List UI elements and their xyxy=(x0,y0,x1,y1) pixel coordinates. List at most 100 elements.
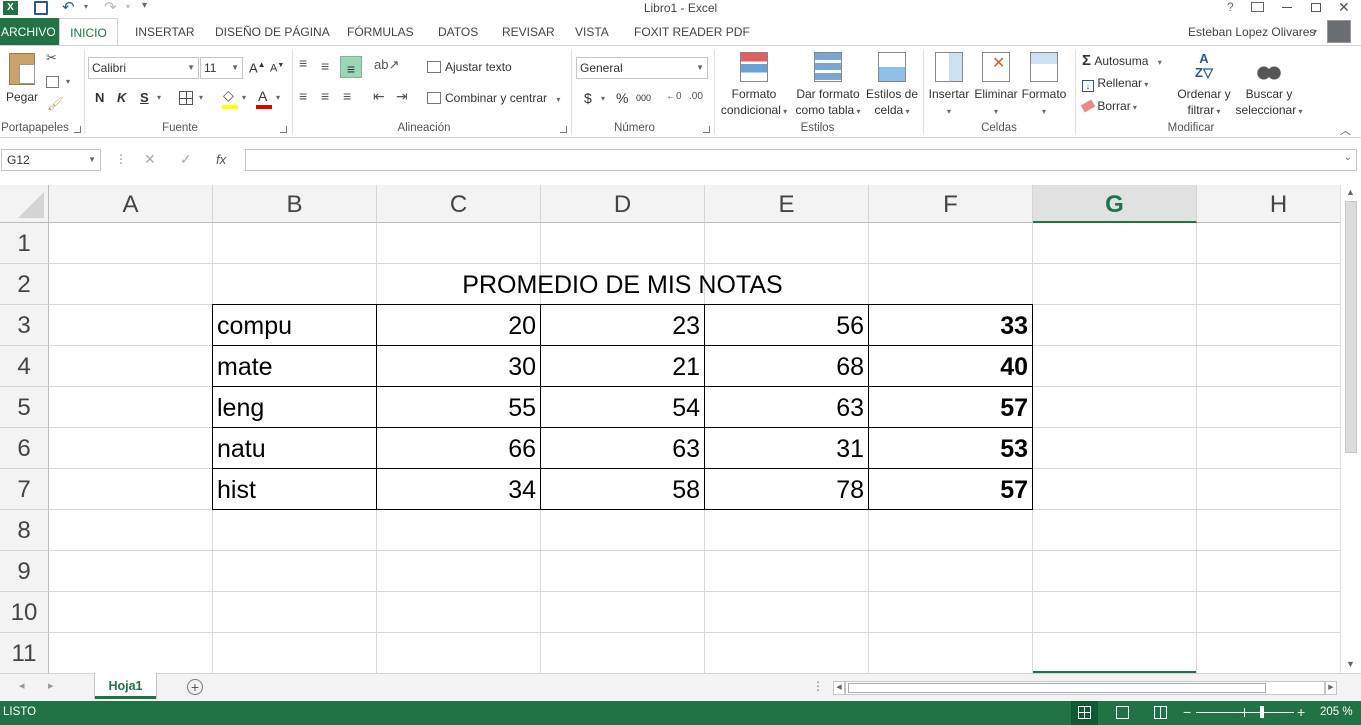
grade-cell-c[interactable]: 34 xyxy=(377,469,540,510)
user-name[interactable]: Esteban Lopez Olivares xyxy=(1182,18,1321,45)
row-header-10[interactable]: 10 xyxy=(0,592,49,633)
prev-sheet-icon[interactable]: ◂ xyxy=(19,679,25,692)
clear-button[interactable]: Borrar ▾ xyxy=(1080,99,1137,113)
tab-file[interactable]: ARCHIVO xyxy=(0,18,62,45)
alignment-launcher-icon[interactable] xyxy=(560,126,567,133)
confirm-entry-icon[interactable]: ✓ xyxy=(180,151,192,168)
tab-review[interactable]: REVISAR xyxy=(496,18,561,45)
column-header-h[interactable]: H xyxy=(1197,185,1340,223)
tab-foxit[interactable]: FOXIT READER PDF xyxy=(628,18,756,45)
grade-cell-f[interactable]: 53 xyxy=(869,428,1032,469)
vertical-scrollbar[interactable]: ▲ ▼ xyxy=(1340,185,1361,673)
grade-cell-c[interactable]: 20 xyxy=(377,305,540,346)
decrease-indent-icon[interactable]: ⇤ xyxy=(373,88,385,105)
merge-center-button[interactable]: Combinar y centrar ▾ xyxy=(427,91,560,105)
ribbon-display-icon[interactable] xyxy=(1251,2,1264,12)
sort-filter-button[interactable]: A Z▽ Ordenar y filtrar ▾ xyxy=(1174,52,1234,120)
subject-cell[interactable]: mate xyxy=(213,346,376,387)
grade-cell-e[interactable]: 31 xyxy=(705,428,868,469)
autosum-button[interactable]: Σ Autosuma ▾ xyxy=(1082,52,1162,69)
zoom-slider[interactable] xyxy=(1196,706,1294,718)
grade-cell-c[interactable]: 66 xyxy=(377,428,540,469)
column-header-d[interactable]: D xyxy=(541,185,705,223)
tab-home[interactable]: INICIO xyxy=(59,18,118,46)
fill-button[interactable]: ↓ Rellenar ▾ xyxy=(1082,76,1148,92)
grade-cell-e[interactable]: 56 xyxy=(705,305,868,346)
row-header-6[interactable]: 6 xyxy=(0,428,49,469)
add-sheet-icon[interactable]: + xyxy=(187,679,203,695)
subject-cell[interactable]: compu xyxy=(213,305,376,346)
row-header-9[interactable]: 9 xyxy=(0,551,49,592)
row-header-5[interactable]: 5 xyxy=(0,387,49,428)
underline-dropdown-icon[interactable]: ▾ xyxy=(157,93,161,102)
grade-cell-f[interactable]: 57 xyxy=(869,469,1032,510)
grade-cell-f[interactable]: 40 xyxy=(869,346,1032,387)
grade-cell-d[interactable]: 63 xyxy=(541,428,704,469)
grade-cell-c[interactable]: 30 xyxy=(377,346,540,387)
column-header-a[interactable]: A xyxy=(49,185,213,223)
align-top-icon[interactable]: ≡ xyxy=(299,55,307,71)
horizontal-scroll-thumb[interactable] xyxy=(848,683,1266,693)
clipboard-launcher-icon[interactable] xyxy=(74,126,81,133)
font-launcher-icon[interactable] xyxy=(280,126,287,133)
row-header-8[interactable]: 8 xyxy=(0,510,49,551)
column-header-g[interactable]: G xyxy=(1033,185,1197,223)
number-format-select[interactable]: General ▼ xyxy=(576,57,708,79)
merge-dropdown-icon[interactable]: ▾ xyxy=(556,95,560,104)
next-sheet-icon[interactable]: ▸ xyxy=(48,679,54,692)
format-cells-button[interactable]: Formato ▾ xyxy=(1020,52,1068,120)
grade-cell-d[interactable]: 23 xyxy=(541,305,704,346)
zoom-slider-thumb[interactable] xyxy=(1260,706,1264,718)
normal-view-icon[interactable] xyxy=(1071,701,1098,725)
row-header-4[interactable]: 4 xyxy=(0,346,49,387)
tab-formulas[interactable]: FÓRMULAS xyxy=(341,18,420,45)
help-icon[interactable]: ? xyxy=(1227,0,1234,14)
column-header-b[interactable]: B xyxy=(213,185,377,223)
avatar[interactable] xyxy=(1327,20,1351,43)
font-size-select[interactable]: 11 ▼ xyxy=(200,57,243,79)
align-right-icon[interactable]: ≡ xyxy=(343,88,351,104)
increase-font-icon[interactable]: A▲ xyxy=(249,60,266,75)
paste-button[interactable]: Pegar xyxy=(5,53,39,105)
percent-button[interactable]: % xyxy=(616,90,628,106)
tab-data[interactable]: DATOS xyxy=(432,18,484,45)
grade-cell-f[interactable]: 57 xyxy=(869,387,1032,428)
grade-cell-d[interactable]: 54 xyxy=(541,387,704,428)
fill-color-icon[interactable]: ◇ xyxy=(223,87,234,104)
increase-decimal-icon[interactable]: ←0 xyxy=(666,91,682,102)
page-layout-view-icon[interactable] xyxy=(1116,706,1129,719)
delete-cells-button[interactable]: ✕ Eliminar ▾ xyxy=(972,52,1020,120)
bold-button[interactable]: N xyxy=(95,90,104,105)
font-color-icon[interactable]: A xyxy=(258,88,267,104)
align-center-icon[interactable]: ≡ xyxy=(321,88,329,104)
tab-page-layout[interactable]: DISEÑO DE PÁGINA xyxy=(209,18,336,45)
number-launcher-icon[interactable] xyxy=(703,126,710,133)
grade-cell-e[interactable]: 63 xyxy=(705,387,868,428)
scroll-right-icon[interactable]: ▶ xyxy=(1325,681,1337,695)
zoom-level[interactable]: 205 % xyxy=(1320,706,1353,718)
restore-icon[interactable] xyxy=(1311,3,1321,12)
font-color-dropdown-icon[interactable]: ▾ xyxy=(276,93,280,102)
subject-cell[interactable]: hist xyxy=(213,469,376,510)
insert-function-icon[interactable]: fx xyxy=(216,152,226,167)
name-box[interactable]: G12 ▼ xyxy=(1,149,101,171)
align-middle-icon[interactable]: ≡ xyxy=(321,58,329,74)
page-break-view-icon[interactable] xyxy=(1154,706,1167,719)
thousands-button[interactable]: 000 xyxy=(636,93,651,103)
sheet-tab-hoja1[interactable]: Hoja1 xyxy=(95,673,156,699)
row-header-1[interactable]: 1 xyxy=(0,223,49,264)
zoom-out-icon[interactable]: − xyxy=(1183,704,1191,720)
underline-button[interactable]: S xyxy=(140,90,149,105)
copy-dropdown-icon[interactable]: ▾ xyxy=(66,77,70,86)
scroll-left-icon[interactable]: ◀ xyxy=(833,681,845,695)
row-header-3[interactable]: 3 xyxy=(0,305,49,346)
grade-cell-f[interactable]: 33 xyxy=(869,305,1032,346)
borders-icon[interactable] xyxy=(179,91,193,105)
minimize-icon[interactable] xyxy=(1282,7,1292,8)
cut-icon[interactable]: ✂ xyxy=(46,50,57,66)
cancel-entry-icon[interactable]: ✕ xyxy=(144,151,156,168)
find-select-button[interactable]: Buscar y seleccionar ▾ xyxy=(1234,52,1304,120)
collapse-ribbon-icon[interactable]: ︿ xyxy=(1340,122,1351,138)
column-header-c[interactable]: C xyxy=(377,185,541,223)
subject-cell[interactable]: natu xyxy=(213,428,376,469)
